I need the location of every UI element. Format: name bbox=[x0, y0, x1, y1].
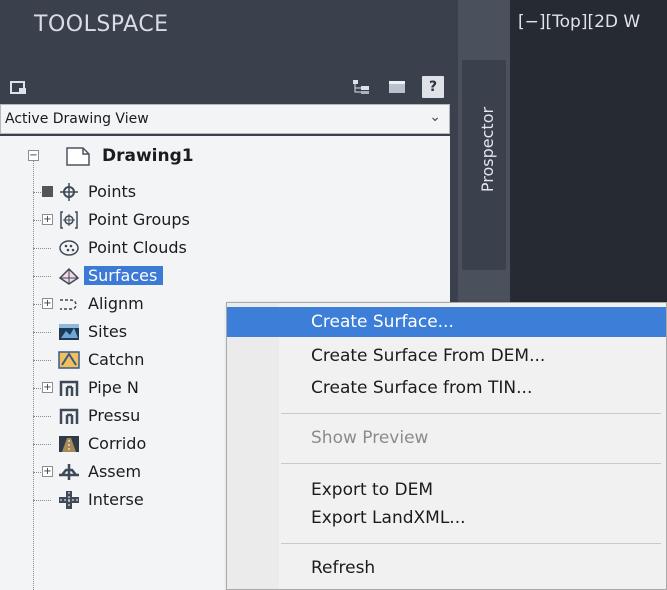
surfaces-context-menu: Create Surface... Create Surface From DE… bbox=[226, 302, 667, 590]
collapse-icon[interactable]: − bbox=[28, 150, 39, 161]
menu-separator bbox=[281, 413, 661, 414]
tree-view-icon[interactable] bbox=[350, 76, 372, 98]
catchments-icon bbox=[58, 349, 80, 371]
menu-item-label: Export to DEM bbox=[311, 480, 434, 500]
expand-icon[interactable]: + bbox=[42, 466, 53, 477]
pipe-networks-icon bbox=[58, 377, 80, 399]
tree-item-label: Pressu bbox=[88, 406, 141, 425]
corridors-icon bbox=[58, 433, 80, 455]
menu-item-refresh[interactable]: Refresh bbox=[227, 553, 666, 583]
menu-item-export-landxml[interactable]: Export LandXML... bbox=[227, 503, 666, 533]
tree-item-label: Surfaces bbox=[84, 266, 164, 285]
point-groups-icon bbox=[58, 209, 80, 231]
tree-item-label: Corrido bbox=[88, 434, 147, 453]
tree-root-label: Drawing1 bbox=[102, 146, 194, 166]
tree-item-point-groups[interactable]: + Point Groups bbox=[0, 206, 450, 234]
view-select-value: Active Drawing View bbox=[5, 111, 149, 127]
tree-item-label: Points bbox=[88, 182, 137, 201]
toolspace-toolbar: ? bbox=[0, 70, 458, 102]
menu-separator bbox=[281, 543, 661, 544]
tree-item-label: Assem bbox=[88, 462, 142, 481]
chevron-down-icon: ⌄ bbox=[429, 109, 441, 125]
toolspace-title: TOOLSPACE bbox=[34, 12, 169, 37]
menu-item-create-surface-from-tin[interactable]: Create Surface from TIN... bbox=[227, 373, 666, 403]
tree-item-surfaces[interactable]: Surfaces bbox=[0, 262, 450, 290]
tree-item-label: Sites bbox=[88, 322, 128, 341]
surfaces-icon bbox=[58, 265, 80, 287]
menu-item-label: Show Preview bbox=[311, 428, 429, 448]
assemblies-icon bbox=[58, 461, 80, 483]
tree-item-label: Interse bbox=[88, 490, 144, 509]
expand-icon[interactable]: + bbox=[42, 214, 53, 225]
tree-root-drawing1[interactable]: − Drawing1 bbox=[0, 142, 450, 170]
layout-icon[interactable] bbox=[8, 76, 30, 98]
drawing-icon bbox=[64, 145, 94, 167]
tree-item-points[interactable]: Points bbox=[0, 178, 450, 206]
menu-item-label: Create Surface... bbox=[311, 312, 454, 332]
points-icon bbox=[58, 181, 80, 203]
tree-item-label: Alignm bbox=[88, 294, 144, 313]
tree-item-label: Catchn bbox=[88, 350, 145, 369]
tree-item-point-clouds[interactable]: Point Clouds bbox=[0, 234, 450, 262]
sites-icon bbox=[58, 321, 80, 343]
item-view-icon[interactable] bbox=[386, 76, 408, 98]
menu-item-label: Refresh bbox=[311, 558, 376, 578]
viewport-controls-label[interactable]: [−][Top][2D W bbox=[518, 12, 640, 32]
tree-item-label: Pipe N bbox=[88, 378, 139, 397]
menu-item-export-to-dem[interactable]: Export to DEM bbox=[227, 475, 666, 505]
menu-item-create-surface[interactable]: Create Surface... bbox=[227, 307, 666, 337]
intersections-icon bbox=[58, 489, 80, 511]
menu-item-show-preview: Show Preview bbox=[227, 423, 666, 453]
expand-icon[interactable]: + bbox=[42, 382, 53, 393]
expand-icon[interactable]: + bbox=[42, 298, 53, 309]
pressure-networks-icon bbox=[58, 405, 80, 427]
point-clouds-icon bbox=[58, 237, 80, 259]
help-button[interactable]: ? bbox=[422, 76, 444, 98]
tree-item-label: Point Clouds bbox=[88, 238, 187, 257]
tree-item-label: Point Groups bbox=[88, 210, 190, 229]
menu-item-create-surface-from-dem[interactable]: Create Surface From DEM... bbox=[227, 341, 666, 371]
view-select-dropdown[interactable]: Active Drawing View ⌄ bbox=[0, 104, 450, 134]
tab-prospector-label: Prospector bbox=[478, 106, 498, 193]
menu-item-label: Create Surface From DEM... bbox=[311, 346, 546, 366]
alignments-icon bbox=[58, 293, 80, 315]
menu-separator bbox=[281, 463, 661, 464]
menu-item-label: Export LandXML... bbox=[311, 508, 466, 528]
leaf-bullet bbox=[42, 186, 53, 197]
menu-item-label: Create Surface from TIN... bbox=[311, 378, 533, 398]
